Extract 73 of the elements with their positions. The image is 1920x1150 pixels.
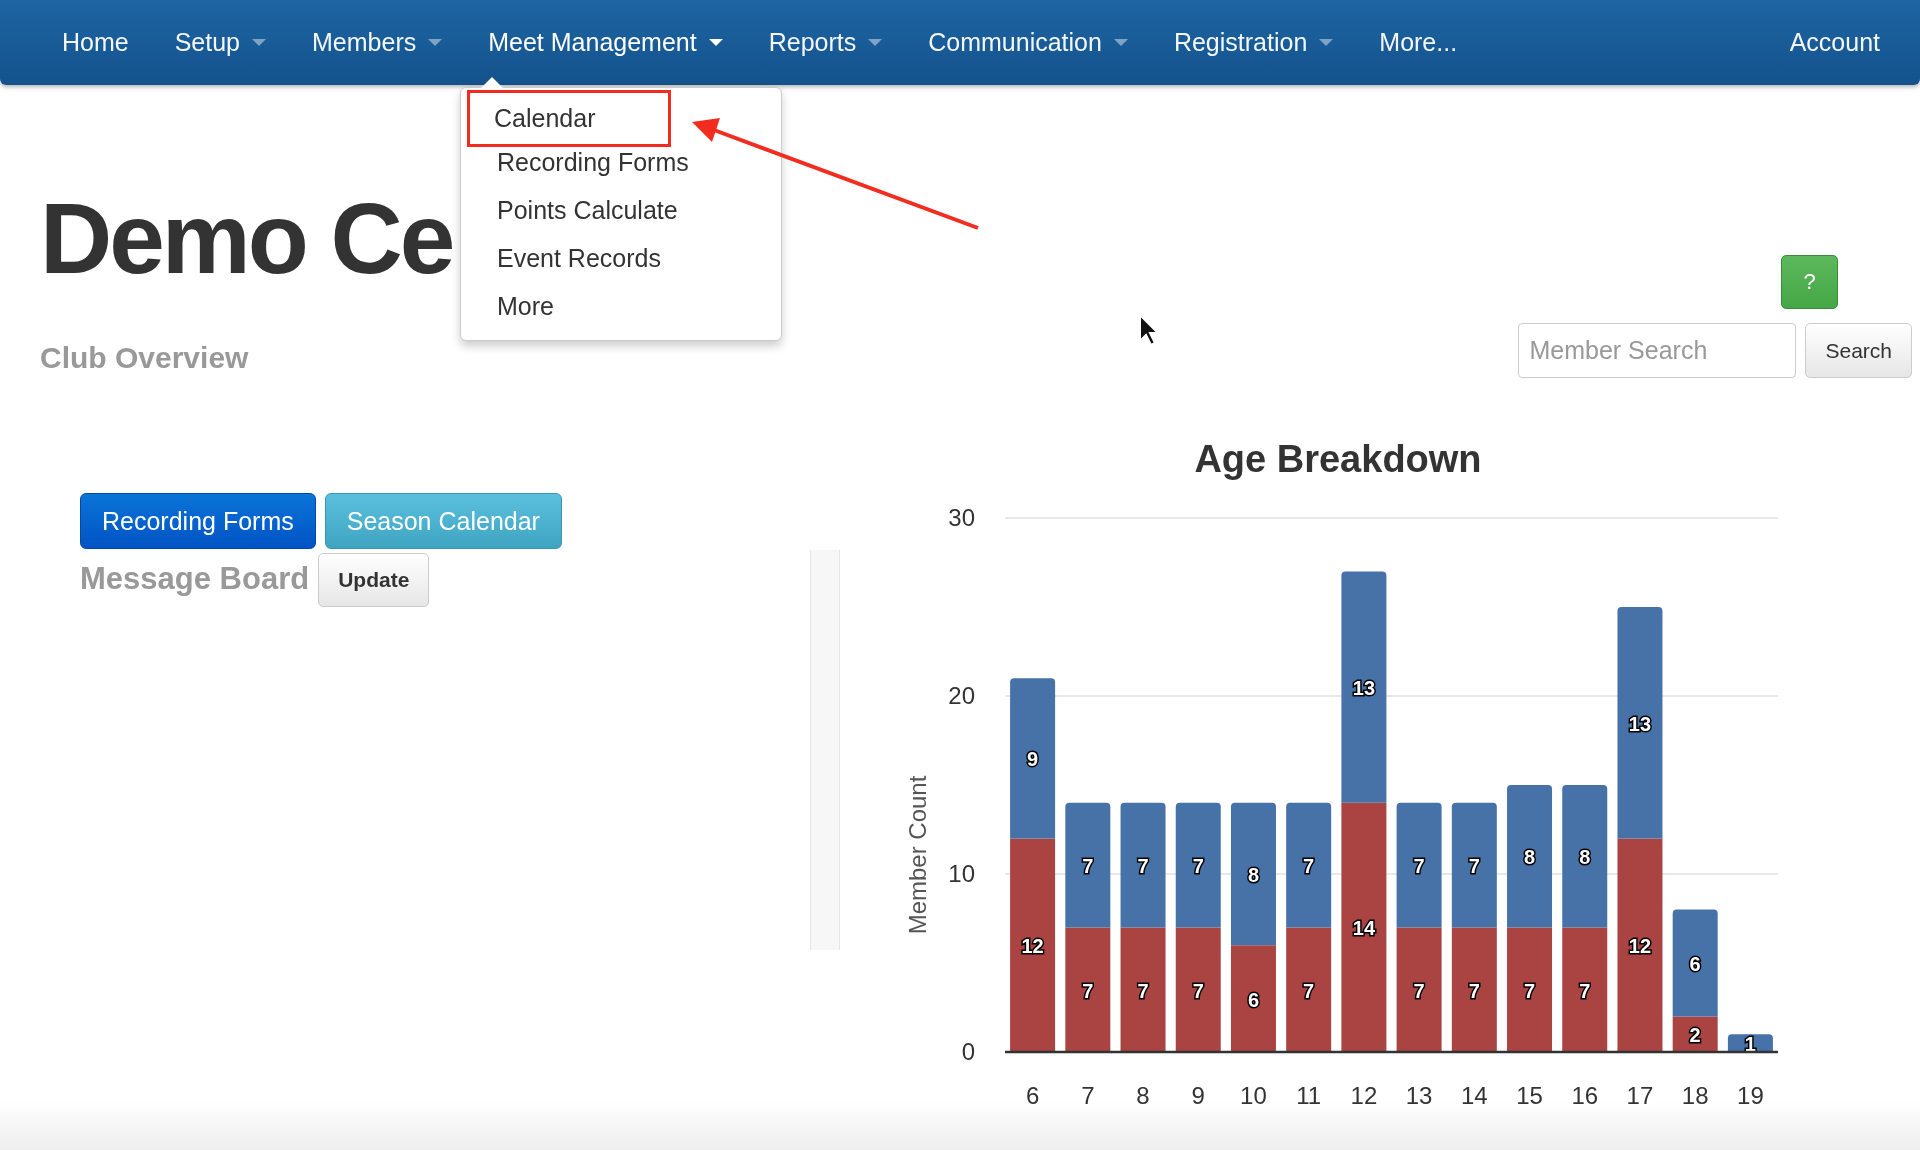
page-title: Demo Ce	[40, 183, 453, 293]
x-axis-label: 15	[1516, 1082, 1543, 1109]
nav-menu-item[interactable]: Registration	[1150, 28, 1357, 57]
caret-icon	[428, 38, 443, 47]
message-board-heading: Message Board	[80, 561, 310, 597]
x-axis-label: 11	[1296, 1082, 1322, 1109]
x-axis-label: 14	[1460, 1082, 1488, 1109]
search-button[interactable]: Search	[1805, 323, 1912, 378]
bar-value-label: 7	[1579, 979, 1591, 1002]
bar-value-label: 7	[1192, 855, 1204, 878]
x-axis-label: 17	[1626, 1082, 1654, 1109]
account-link[interactable]: Account	[1766, 28, 1880, 57]
x-axis-label: 16	[1571, 1082, 1599, 1109]
dropdown-menu-item[interactable]: Calendar	[467, 90, 671, 147]
nav-menu-item[interactable]: Communication	[905, 28, 1151, 57]
x-axis-label: 12	[1350, 1082, 1378, 1109]
action-button[interactable]: Recording Forms	[80, 493, 316, 549]
bar-value-label: 1	[1744, 1033, 1756, 1056]
bar-value-label: 6	[1247, 988, 1260, 1011]
bar-value-label: 7	[1137, 979, 1149, 1002]
bar-value-label: 8	[1523, 846, 1536, 869]
bar-value-label: 7	[1137, 855, 1149, 878]
y-axis-label: 30	[948, 504, 975, 531]
bar-value-label: 7	[1303, 855, 1315, 878]
dropdown-menu-item[interactable]: Event Records	[467, 234, 775, 282]
nav-menu-item[interactable]: Reports	[745, 28, 906, 57]
bar-value-label: 8	[1247, 864, 1260, 886]
bar-value-label: 7	[1413, 855, 1425, 878]
update-button[interactable]: Update	[318, 553, 430, 607]
bar-value-label: 7	[1082, 855, 1094, 878]
bar-value-label: 6	[1689, 953, 1701, 975]
caret-icon	[708, 38, 723, 47]
dropdown-menu-item[interactable]: Points Calculate	[467, 186, 775, 234]
nav-menu-item[interactable]: Home	[39, 28, 152, 57]
x-axis-label: 18	[1681, 1082, 1709, 1109]
bar-value-label: 13	[1352, 677, 1375, 700]
bar-value-label: 7	[1082, 979, 1094, 1002]
bar-value-label: 8	[1579, 846, 1591, 869]
bar-value-label: 7	[1468, 979, 1480, 1002]
bar-value-label: 9	[1027, 748, 1039, 771]
caret-icon	[252, 38, 267, 47]
bar-value-label: 12	[1021, 935, 1044, 958]
x-axis-label: 10	[1240, 1082, 1267, 1109]
bar-value-label: 7	[1523, 979, 1536, 1002]
nav-menu-item[interactable]: Members	[289, 28, 466, 57]
nav-menu-item[interactable]: More...	[1356, 28, 1481, 57]
x-axis-label: 9	[1191, 1082, 1205, 1109]
chart-title: Age Breakdown	[1194, 438, 1482, 480]
bar-value-label: 12	[1628, 935, 1652, 958]
y-axis-label: 20	[948, 682, 975, 709]
bar-value-label: 14	[1352, 917, 1375, 940]
bar-value-label: 7	[1303, 979, 1315, 1002]
x-axis-label: 6	[1025, 1082, 1040, 1109]
dropdown-menu-item[interactable]: More	[467, 282, 775, 330]
caret-icon	[1113, 38, 1128, 47]
caret-icon	[868, 38, 883, 47]
member-search-field[interactable]: Member Search	[1518, 323, 1797, 378]
caret-icon	[1319, 38, 1334, 47]
x-axis-label: 13	[1405, 1082, 1433, 1109]
y-axis-title: Member Count	[904, 775, 931, 935]
bar-value-label: 7	[1468, 855, 1480, 878]
bar-value-label: 2	[1689, 1024, 1701, 1047]
bar-value-label: 7	[1413, 979, 1425, 1002]
nav-menu-item[interactable]: Setup	[151, 28, 290, 57]
section-heading: Club Overview	[40, 341, 250, 375]
bar-value-label: 7	[1192, 979, 1204, 1002]
x-axis-label: 19	[1737, 1082, 1764, 1109]
bar-value-label: 13	[1628, 712, 1652, 735]
x-axis-label: 7	[1081, 1082, 1095, 1109]
nav-menu-item[interactable]: Meet Management	[465, 28, 746, 57]
y-axis-label: 0	[961, 1038, 975, 1065]
y-axis-label: 10	[948, 860, 975, 887]
x-axis-label: 8	[1136, 1082, 1150, 1109]
